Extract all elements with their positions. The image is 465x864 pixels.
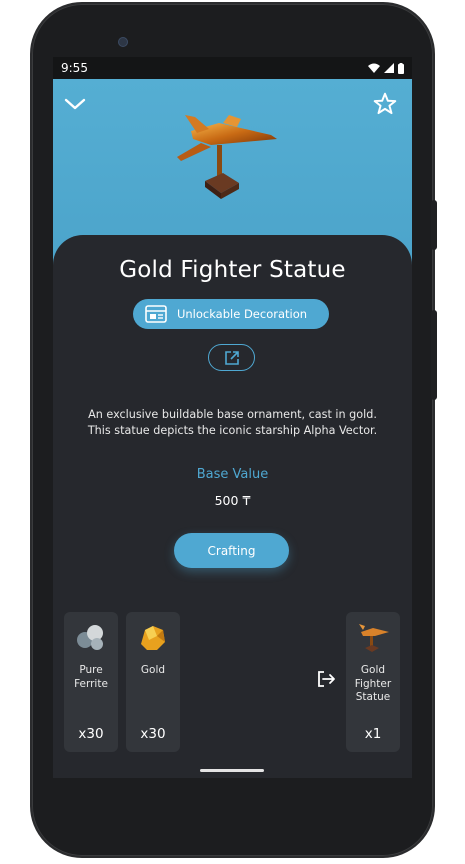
side-button <box>431 200 437 250</box>
description-line: This statue depicts the iconic starship … <box>87 424 378 437</box>
gold-fighter-statue-icon <box>359 624 389 652</box>
output-arrow-icon <box>318 671 335 687</box>
ingredient-name: Gold <box>140 664 166 676</box>
ingredient-tile[interactable]: Pure Ferrite x30 <box>64 612 118 752</box>
item-detail-card: Gold Fighter Statue Unlockable Decoratio… <box>53 235 412 778</box>
currency-icon: ₸ <box>242 493 251 508</box>
star-outline-icon[interactable] <box>372 91 398 117</box>
base-value-label: Base Value <box>196 467 269 482</box>
crafting-button[interactable]: Crafting <box>174 533 289 568</box>
output-name: Statue <box>355 691 391 703</box>
home-indicator[interactable] <box>200 769 264 772</box>
status-time: 9:55 <box>61 61 88 75</box>
gold-fighter-statue-image <box>177 115 277 199</box>
ingredient-quantity: x30 <box>78 726 104 742</box>
signal-icon <box>384 63 394 73</box>
ingredient-tile[interactable]: Gold x30 <box>126 612 180 752</box>
ingredient-quantity: x30 <box>140 726 166 742</box>
item-title: Gold Fighter Statue <box>119 257 346 283</box>
camera-icon <box>118 37 128 47</box>
status-bar: 9:55 <box>53 57 412 79</box>
base-value-amount: 500 <box>214 493 239 508</box>
ingredient-name: Pure <box>79 664 103 676</box>
chevron-down-icon[interactable] <box>63 93 87 117</box>
output-tile[interactable]: Gold Fighter Statue x1 <box>346 612 400 752</box>
decoration-icon <box>145 305 167 323</box>
base-value: 500 ₸ <box>53 493 412 508</box>
wifi-icon <box>368 63 380 73</box>
category-label: Unlockable Decoration <box>176 307 308 321</box>
open-external-icon <box>224 350 239 365</box>
output-name: Gold <box>360 664 386 676</box>
item-description: An exclusive buildable base ornament, ca… <box>67 407 398 439</box>
battery-icon <box>398 62 404 74</box>
description-line: An exclusive buildable base ornament, ca… <box>88 408 377 421</box>
app-screen: 9:55 Gold Fighter Statue Unlockable Deco… <box>53 57 412 778</box>
pure-ferrite-icon <box>77 625 103 650</box>
open-external-button[interactable] <box>208 344 255 371</box>
output-quantity: x1 <box>364 726 382 742</box>
output-name: Fighter <box>354 677 392 690</box>
side-button <box>431 310 437 400</box>
gold-icon <box>141 626 165 650</box>
category-badge[interactable]: Unlockable Decoration <box>133 299 329 329</box>
ingredient-name: Ferrite <box>74 677 108 690</box>
